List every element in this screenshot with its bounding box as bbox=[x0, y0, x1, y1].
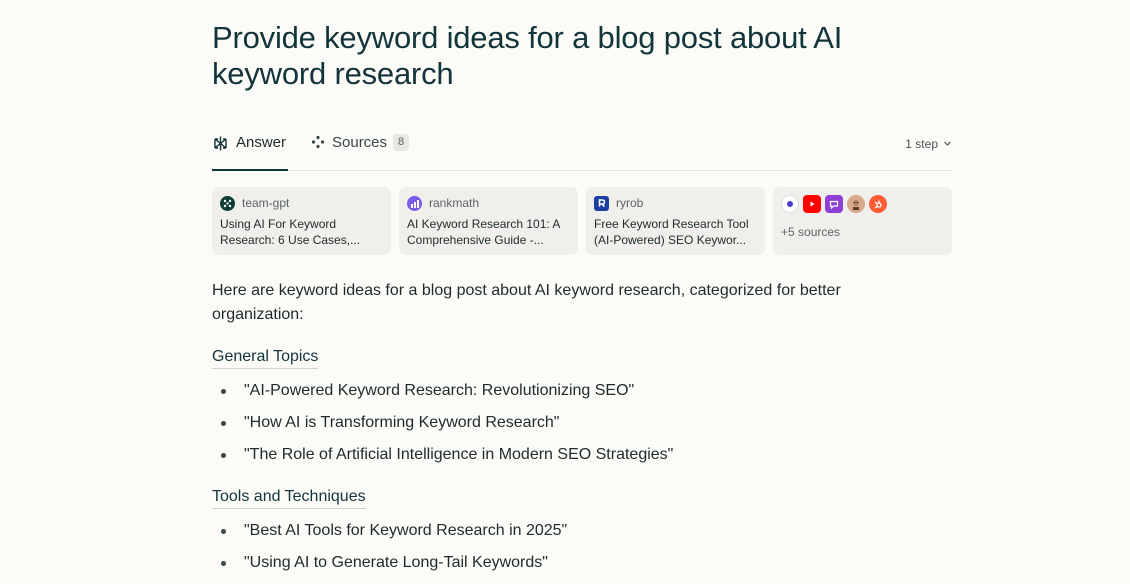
rankmath-favicon-icon bbox=[407, 195, 422, 211]
tab-answer[interactable]: Answer bbox=[212, 128, 288, 171]
team-gpt-favicon-icon bbox=[220, 195, 235, 211]
steps-label: 1 step bbox=[905, 137, 938, 151]
source-site: team-gpt bbox=[242, 196, 290, 210]
keyword-list: "Best AI Tools for Keyword Research in 2… bbox=[212, 520, 912, 584]
list-item: "How AI is Transforming Keyword Research… bbox=[212, 412, 912, 444]
source-cards: team-gpt Using AI For Keyword Research: … bbox=[212, 187, 952, 255]
list-item: "Best AI Tools for Keyword Research in 2… bbox=[212, 520, 912, 552]
list-item: "The Role of Artificial Intelligence in … bbox=[212, 444, 912, 476]
avatar-icon bbox=[847, 195, 865, 213]
tab-sources[interactable]: Sources 8 bbox=[311, 128, 410, 171]
answer-tabs: Answer Sources 8 1 step bbox=[212, 128, 952, 171]
answer-intro: Here are keyword ideas for a blog post a… bbox=[212, 282, 841, 323]
source-card[interactable]: ryrob Free Keyword Research Tool (AI-Pow… bbox=[586, 187, 765, 255]
list-item: "AI-Powered Keyword Research: Revolution… bbox=[212, 380, 912, 412]
source-title: AI Keyword Research 101: A Comprehensive… bbox=[407, 217, 560, 247]
answer-icon bbox=[212, 134, 236, 156]
tab-answer-label: Answer bbox=[236, 134, 287, 151]
source-card[interactable]: team-gpt Using AI For Keyword Research: … bbox=[212, 187, 391, 255]
chat-icon bbox=[825, 195, 843, 213]
list-item: "Using AI to Generate Long-Tail Keywords… bbox=[212, 552, 912, 584]
source-title: Free Keyword Research Tool (AI-Powered) … bbox=[594, 217, 749, 247]
sources-icon bbox=[311, 134, 332, 153]
source-site: ryrob bbox=[616, 196, 644, 210]
more-sources-card[interactable]: +5 sources bbox=[773, 187, 952, 255]
page-title: Provide keyword ideas for a blog post ab… bbox=[212, 20, 843, 91]
tab-sources-label: Sources bbox=[332, 134, 388, 151]
section-heading: General Topics bbox=[212, 348, 319, 369]
ryrob-favicon-icon bbox=[594, 195, 609, 211]
section-heading: Tools and Techniques bbox=[212, 488, 366, 509]
source-site: rankmath bbox=[429, 196, 480, 210]
more-sources-label: +5 sources bbox=[781, 225, 841, 239]
circle-icon bbox=[781, 195, 799, 213]
steps-toggle[interactable]: 1 step bbox=[905, 137, 952, 151]
source-card[interactable]: rankmath AI Keyword Research 101: A Comp… bbox=[399, 187, 578, 255]
source-title: Using AI For Keyword Research: 6 Use Cas… bbox=[220, 217, 361, 247]
hubspot-icon bbox=[869, 195, 887, 213]
sources-count-badge: 8 bbox=[393, 134, 410, 151]
youtube-icon bbox=[803, 195, 821, 213]
chevron-down-icon bbox=[938, 137, 952, 151]
keyword-list: "AI-Powered Keyword Research: Revolution… bbox=[212, 380, 912, 476]
